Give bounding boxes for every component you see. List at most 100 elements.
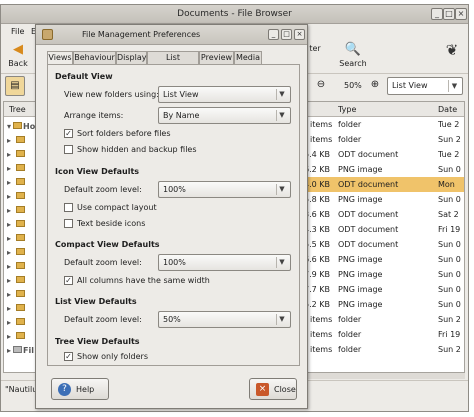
tree-side-pane: Tree ▾ Ho ▸ ▸ ▸ ▸ ▸ ▸ ▸ ▸ ▸ ▸ ▸ ▸ ▸ ▸ ▸ ▸… — [3, 101, 37, 373]
tree-item[interactable]: ▸ — [7, 192, 36, 203]
default-view-select[interactable]: List View ▼ — [158, 86, 291, 103]
show-hidden-checkbox[interactable] — [64, 145, 73, 154]
table-row-selected[interactable]: 4.0 KBODT documentMon — [308, 177, 464, 192]
same-width-checkbox[interactable]: ✓ — [64, 276, 73, 285]
table-row[interactable]: items folder Fri 19 — [308, 327, 464, 342]
default-view-heading: Default View — [55, 72, 113, 81]
show-hidden-label[interactable]: Show hidden and backup files — [77, 145, 197, 154]
folder-icon — [16, 178, 26, 185]
arrange-items-select[interactable]: By Name ▼ — [158, 107, 291, 124]
chevron-down-icon: ▼ — [276, 89, 287, 100]
menu-file[interactable]: File — [11, 27, 24, 36]
only-folders-label[interactable]: Show only folders — [77, 352, 148, 361]
same-width-label[interactable]: All columns have the same width — [77, 276, 210, 285]
folder-icon — [16, 276, 26, 283]
tab-behaviour[interactable]: Behaviour — [73, 51, 116, 65]
table-row[interactable]: 5.5 KBODT documentSun 0 — [308, 237, 464, 252]
sort-folders-checkbox[interactable]: ✓ — [64, 129, 73, 138]
table-row[interactable]: 7.9 KBPNG imageSun 0 — [308, 267, 464, 282]
search-icon: 🔍 — [344, 42, 362, 57]
tree-item[interactable]: ▸ — [7, 220, 36, 231]
column-header-type[interactable]: Type — [338, 105, 356, 114]
view-mode-select[interactable]: List View ▼ — [387, 77, 463, 95]
compact-view-zoom-select[interactable]: 100% ▼ — [158, 254, 291, 271]
tree-item[interactable]: ▸ — [7, 304, 36, 315]
view-mode-value: List View — [392, 81, 428, 90]
chevron-down-icon: ▼ — [276, 257, 287, 268]
tree-item[interactable]: ▸ — [7, 262, 36, 273]
horizontal-scrollbar[interactable] — [307, 373, 465, 379]
help-button[interactable]: ? Help — [51, 378, 109, 400]
tree-item[interactable]: ▸ — [7, 276, 36, 287]
list-view-zoom-select[interactable]: 50% ▼ — [158, 311, 291, 328]
tab-preview[interactable]: Preview — [199, 51, 234, 65]
zoom-in-icon[interactable]: ⊕ — [367, 76, 383, 96]
maximize-button[interactable]: □ — [443, 8, 455, 20]
folder-icon — [16, 192, 26, 199]
tab-display[interactable]: Display — [116, 51, 147, 65]
table-row[interactable]: 6.2 KBPNG imageSun 0 — [308, 162, 464, 177]
list-view-zoom-label: Default zoom level: — [64, 315, 142, 324]
compact-layout-label[interactable]: Use compact layout — [77, 203, 157, 212]
minimize-button[interactable]: _ — [431, 8, 443, 20]
folder-icon — [16, 164, 26, 171]
text-beside-icons-checkbox[interactable] — [64, 219, 73, 228]
tree-item[interactable]: ▸ — [7, 136, 36, 147]
file-list: Type Date items folder Tue 2 items folder Su… — [307, 101, 465, 373]
table-row[interactable]: 5.8 KBPNG imageSun 0 — [308, 192, 464, 207]
view-new-folders-label: View new folders using: — [64, 90, 159, 99]
zoom-icon[interactable]: ⊖ — [313, 76, 329, 96]
dialog-titlebar[interactable]: File Management Preferences _ □ × — [36, 25, 307, 45]
tree-item[interactable]: ▸ — [7, 150, 36, 161]
compact-layout-checkbox[interactable] — [64, 203, 73, 212]
close-button[interactable]: × Close — [249, 378, 297, 400]
side-pane-header[interactable]: Tree — [4, 102, 36, 117]
tree-item[interactable]: ▸ — [7, 248, 36, 259]
preferences-dialog: File Management Preferences _ □ × Views … — [35, 24, 308, 409]
sort-folders-label[interactable]: Sort folders before files — [77, 129, 171, 138]
window-title: Documents - File Browser — [177, 9, 292, 19]
help-button-label: Help — [76, 385, 95, 394]
table-row[interactable]: 5.2 KBPNG imageSun 0 — [308, 297, 464, 312]
table-row[interactable]: 3.6 KBODT documentSat 2 — [308, 207, 464, 222]
icon-view-zoom-select[interactable]: 100% ▼ — [158, 181, 291, 198]
folder-icon — [16, 136, 26, 143]
table-row[interactable]: items folder Sun 2 — [308, 342, 464, 357]
views-tab-panel: Default View View new folders using: Lis… — [47, 64, 300, 366]
column-header-date[interactable]: Date — [438, 105, 457, 114]
table-row[interactable]: 5.4 KBODT documentTue 2 — [308, 147, 464, 162]
table-row[interactable]: items folder Sun 2 — [308, 312, 464, 327]
tree-item[interactable]: ▸ — [7, 332, 36, 343]
filter-button[interactable]: ter — [306, 42, 324, 72]
tree-item[interactable]: ▸ — [7, 290, 36, 301]
text-beside-icons-label[interactable]: Text beside icons — [77, 219, 145, 228]
tree-item[interactable]: ▸ — [7, 164, 36, 175]
tree-view-heading: Tree View Defaults — [55, 337, 140, 346]
table-row[interactable]: items folder Sun 2 — [308, 132, 464, 147]
only-folders-checkbox[interactable]: ✓ — [64, 352, 73, 361]
compact-view-heading: Compact View Defaults — [55, 240, 160, 249]
close-window-button[interactable]: × — [455, 8, 467, 20]
back-button[interactable]: ◀ Back — [5, 42, 31, 72]
search-button[interactable]: 🔍 Search — [337, 42, 369, 72]
tree-item-filesystem[interactable]: ▸ Fil — [7, 346, 36, 357]
table-row[interactable]: 6.6 KBPNG imageSun 0 — [308, 252, 464, 267]
window-titlebar[interactable]: Documents - File Browser _ □ × — [1, 5, 468, 24]
tab-media[interactable]: Media — [234, 51, 262, 65]
tree-item-home[interactable]: ▾ Ho — [7, 122, 36, 133]
tree-item[interactable]: ▸ — [7, 234, 36, 245]
table-row[interactable]: items folder Tue 2 — [308, 117, 464, 132]
table-row[interactable]: 4.3 KBODT documentFri 19 — [308, 222, 464, 237]
dialog-maximize-button[interactable]: □ — [281, 29, 292, 40]
dialog-minimize-button[interactable]: _ — [268, 29, 279, 40]
tab-list-columns[interactable]: List Columns — [147, 51, 199, 74]
dialog-close-button[interactable]: × — [294, 29, 305, 40]
default-view-value: List View — [163, 90, 199, 99]
table-row[interactable]: 7.7 KBPNG imageSun 0 — [308, 282, 464, 297]
tree-item[interactable]: ▸ — [7, 318, 36, 329]
back-button-label: Back — [8, 59, 28, 68]
tree-item[interactable]: ▸ — [7, 206, 36, 217]
chevron-down-icon: ▼ — [276, 184, 287, 195]
tree-item[interactable]: ▸ — [7, 178, 36, 189]
tree-toggle-button[interactable]: ▤ — [5, 76, 25, 96]
